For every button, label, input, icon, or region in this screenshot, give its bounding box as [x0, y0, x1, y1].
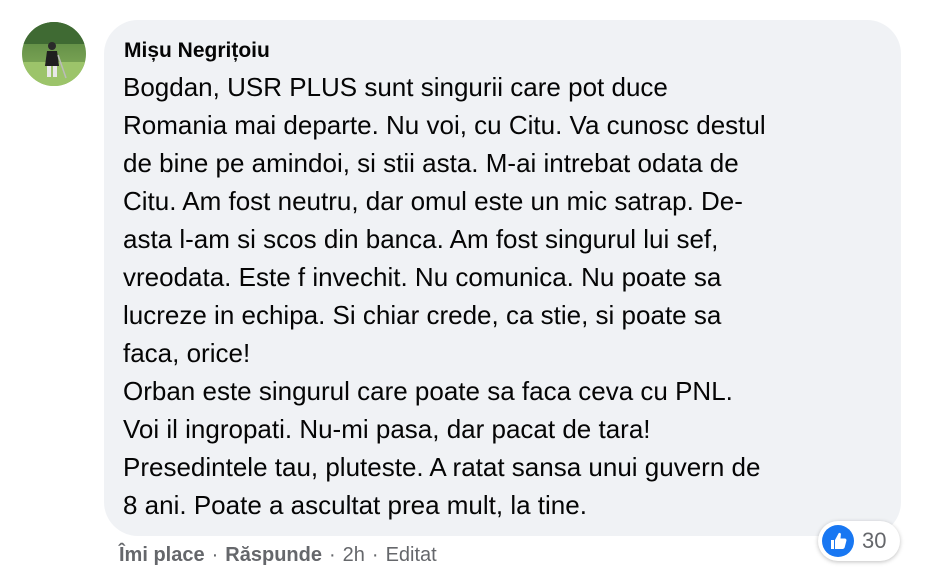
comment-text-line: vreodata. Este f invechit. Nu comunica. …: [123, 262, 722, 292]
comment-actions: Îmi place · Răspunde · 2h · Editat: [119, 541, 437, 569]
comment-bubble: Mișu Negrițoiu Bogdan, USR PLUS sunt sin…: [104, 20, 901, 536]
comment-text-line: lucreze in echipa. Si chiar crede, ca st…: [123, 300, 722, 330]
reaction-summary[interactable]: 30: [818, 521, 900, 561]
comment-text-line: Bogdan, USR PLUS sunt singurii care pot …: [123, 72, 668, 102]
comment-author[interactable]: Mișu Negrițoiu: [124, 38, 270, 64]
comment-text-line: de bine pe amindoi, si stii asta. M-ai i…: [123, 148, 739, 178]
comment-text-line: Citu. Am fost neutru, dar omul este un m…: [123, 186, 743, 216]
avatar-photo: [22, 22, 86, 86]
comment-thread: · Mișu Negrițoiu Bogdan, USR PLUS: [0, 0, 952, 580]
previous-comment-actions-cutoff: ·: [100, 0, 107, 9]
edited-label[interactable]: Editat: [386, 544, 437, 566]
comment-text-line: Orban este singurul care poate sa faca c…: [123, 376, 733, 406]
reply-button[interactable]: Răspunde: [225, 544, 322, 566]
comment-text-line: 8 ani. Poate a ascultat prea mult, la ti…: [123, 490, 587, 520]
like-thumb-icon: [822, 525, 854, 557]
comment-timestamp[interactable]: 2h: [343, 544, 365, 566]
action-separator: ·: [328, 544, 336, 566]
comment-text-line: faca, orice!: [123, 338, 251, 368]
comment-text-line: asta l-am si scos din banca. Am fost sin…: [123, 224, 719, 254]
action-separator: ·: [211, 544, 219, 566]
comment-text-line: Presedintele tau, pluteste. A ratat sans…: [123, 452, 761, 482]
like-button[interactable]: Îmi place: [119, 544, 205, 566]
previous-separator: ·: [100, 0, 107, 8]
comment-text-line: Voi il ingropati. Nu-mi pasa, dar pacat …: [123, 414, 651, 444]
avatar[interactable]: [22, 22, 86, 86]
action-separator: ·: [371, 544, 379, 566]
reaction-count: 30: [862, 528, 887, 553]
comment-text-line: Romania mai departe. Nu voi, cu Citu. Va…: [123, 110, 766, 140]
